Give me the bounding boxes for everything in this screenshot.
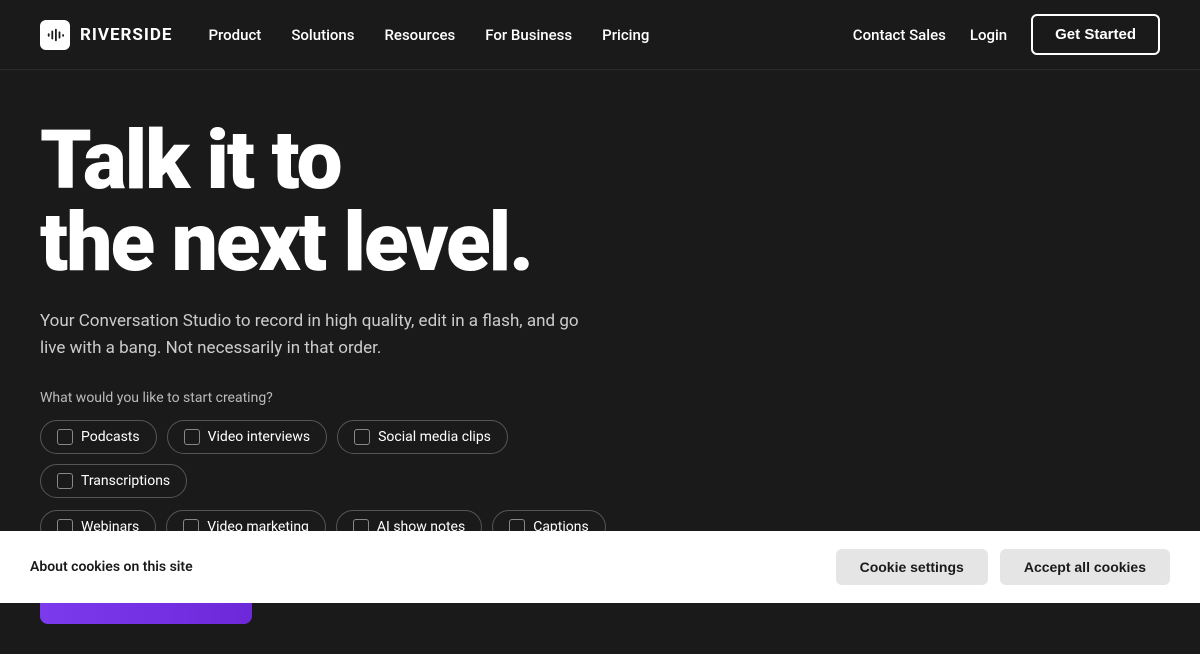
nav-left: RIVERSIDE Product Solutions Resources Fo… (40, 20, 649, 50)
logo-icon (40, 20, 70, 50)
cookie-settings-button[interactable]: Cookie settings (836, 549, 988, 585)
cookie-buttons: Cookie settings Accept all cookies (836, 549, 1170, 585)
navbar: RIVERSIDE Product Solutions Resources Fo… (0, 0, 1200, 70)
cookie-text: About cookies on this site (30, 559, 193, 575)
checkbox-transcriptions-box (57, 473, 73, 489)
nav-link-solutions[interactable]: Solutions (291, 26, 354, 44)
nav-right: Contact Sales Login Get Started (853, 14, 1160, 55)
contact-sales-link[interactable]: Contact Sales (853, 26, 946, 44)
nav-link-resources[interactable]: Resources (384, 26, 455, 44)
checkbox-social-media-clips-box (354, 429, 370, 445)
nav-link-for-business[interactable]: For Business (485, 26, 572, 44)
get-started-button[interactable]: Get Started (1031, 14, 1160, 55)
logo[interactable]: RIVERSIDE (40, 20, 172, 50)
accept-all-cookies-button[interactable]: Accept all cookies (1000, 549, 1170, 585)
nav-link-product[interactable]: Product (208, 26, 261, 44)
hero-subtitle: Your Conversation Studio to record in hi… (40, 308, 600, 362)
checkbox-social-media-clips[interactable]: Social media clips (337, 420, 508, 454)
question-label: What would you like to start creating? (40, 390, 660, 406)
checkbox-podcasts-box (57, 429, 73, 445)
nav-link-pricing[interactable]: Pricing (602, 26, 649, 44)
cookie-banner: About cookies on this site Cookie settin… (0, 531, 1200, 603)
checkbox-podcasts[interactable]: Podcasts (40, 420, 157, 454)
hero-title: Talk it to the next level. (40, 120, 660, 284)
checkbox-transcriptions[interactable]: Transcriptions (40, 464, 187, 498)
nav-links: Product Solutions Resources For Business… (208, 26, 649, 44)
checkbox-row-1: Podcasts Video interviews Social media c… (40, 420, 660, 498)
checkbox-video-interviews-box (184, 429, 200, 445)
login-link[interactable]: Login (970, 26, 1007, 44)
checkbox-video-interviews[interactable]: Video interviews (167, 420, 327, 454)
brand-name: RIVERSIDE (80, 25, 172, 45)
